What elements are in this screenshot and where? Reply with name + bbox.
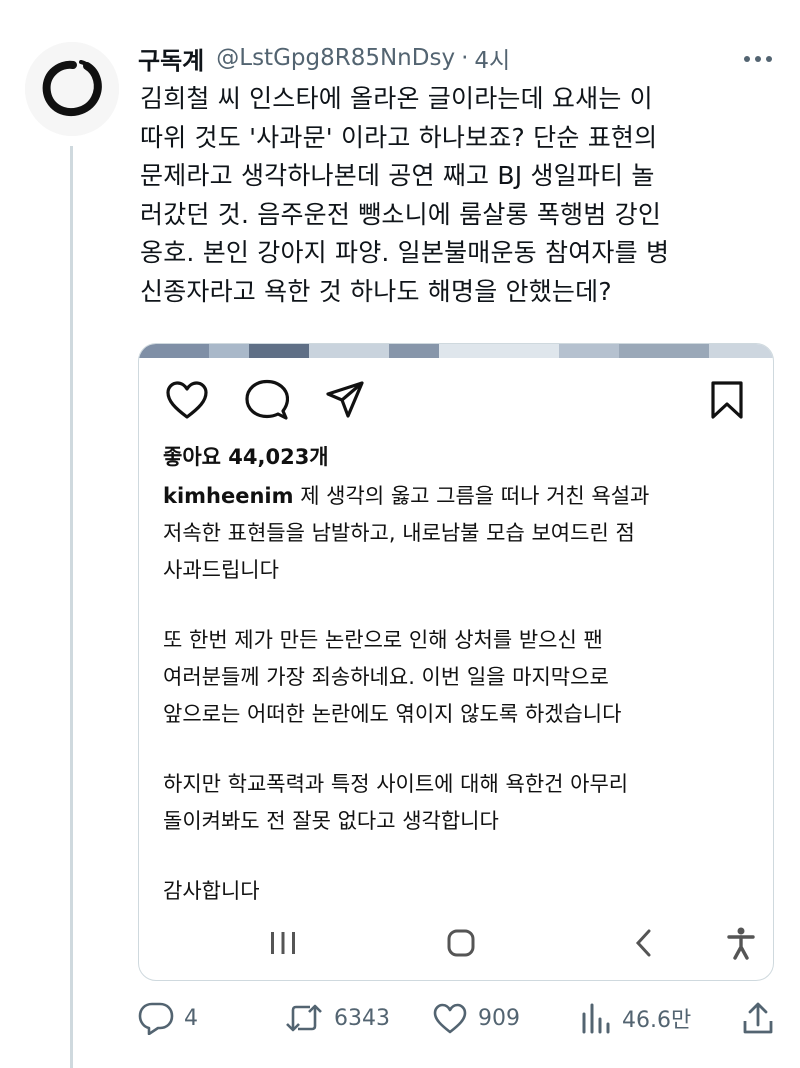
tweet-header: 구독계 @LstGpg8R85NnDsy · 4시 <box>138 40 510 76</box>
retweet-button[interactable]: 6343 <box>284 996 390 1040</box>
retweet-count: 6343 <box>334 1005 390 1031</box>
reply-icon <box>138 1002 174 1035</box>
avatar-ring-logo-icon <box>25 42 119 136</box>
display-name[interactable]: 구독계 <box>138 41 204 76</box>
user-handle[interactable]: @LstGpg8R85NnDsy <box>216 45 455 71</box>
caption-line: 감사합니다 <box>163 879 260 903</box>
heart-icon[interactable] <box>165 377 209 423</box>
tweet-text-line: 러갔던 것. 음주운전 뺑소니에 룸살롱 폭행범 강인 <box>140 199 662 229</box>
reply-button[interactable]: 4 <box>138 996 198 1040</box>
like-icon <box>433 1003 467 1034</box>
views-chart-icon <box>582 1003 610 1034</box>
caption-line: 제 생각의 옳고 그름을 떠나 거친 욕설과 <box>293 484 650 508</box>
back-chevron-icon[interactable] <box>625 918 661 968</box>
recents-icon[interactable] <box>263 918 303 968</box>
like-button[interactable]: 909 <box>432 996 520 1040</box>
retweet-icon <box>286 1004 322 1032</box>
upload-icon[interactable] <box>742 996 774 1040</box>
views-button[interactable]: 46.6만 <box>580 996 691 1040</box>
instagram-caption: kimheenim 제 생각의 옳고 그름을 떠나 거친 욕설과 저속한 표현들… <box>163 478 763 910</box>
tweet-text-line: 김희철 씨 인스타에 올라온 글이라는데 요새는 이 <box>140 84 653 113</box>
tweet-text: 김희철 씨 인스타에 올라온 글이라는데 요새는 이 따위 것도 '사과문' 이… <box>140 80 770 311</box>
caption-line: 사과드립니다 <box>163 558 279 582</box>
tweet-text-line: 신종자라고 욕한 것 하나도 해명을 안했는데? <box>140 276 612 306</box>
android-nav-bar <box>139 918 773 968</box>
tweet-text-line: 옹호. 본인 강아지 파양. 일본불매운동 참여자를 병 <box>140 238 670 267</box>
tweet-text-line: 문제라고 생각하나본데 공연 째고 BJ 생일파티 놀 <box>140 161 655 190</box>
caption-line: 앞으로는 어떠한 논란에도 엮이지 않도록 하겠습니다 <box>163 702 622 726</box>
attached-image[interactable]: 좋아요 44,023개 kimheenim 제 생각의 옳고 그름을 떠나 거친… <box>138 343 774 981</box>
accessibility-icon[interactable] <box>721 918 761 968</box>
caption-line: 여러분들께 가장 죄송하네요. 이번 일을 마지막으로 <box>163 665 609 689</box>
caption-line: 돌이켜봐도 전 잘못 없다고 생각합니다 <box>163 809 499 833</box>
tweet-time[interactable]: 4시 <box>474 41 510 75</box>
cropped-photo-strip <box>139 344 773 358</box>
reply-count: 4 <box>184 1005 198 1031</box>
separator: · <box>461 45 469 71</box>
tweet-action-bar: 4 6343 909 46.6만 <box>138 996 778 1040</box>
home-icon[interactable] <box>441 918 481 968</box>
caption-line: 또 한번 제가 만든 논란으로 인해 상처를 받으신 팬 <box>163 628 603 652</box>
comment-bubble-icon[interactable] <box>245 377 289 423</box>
like-count: 909 <box>478 1005 520 1031</box>
instagram-action-bar <box>139 377 773 423</box>
avatar[interactable] <box>25 42 119 136</box>
bookmark-icon[interactable] <box>709 377 745 423</box>
more-dots-icon[interactable] <box>740 44 776 74</box>
send-paper-plane-icon[interactable] <box>325 377 365 423</box>
instagram-username[interactable]: kimheenim <box>163 484 294 508</box>
caption-line: 저속한 표현들을 남발하고, 내로남불 모습 보여드린 점 <box>163 521 635 545</box>
views-count: 46.6만 <box>622 1008 692 1033</box>
likes-count[interactable]: 좋아요 44,023개 <box>163 441 329 471</box>
caption-line: 하지만 학교폭력과 특정 사이트에 대해 욕한건 아무리 <box>163 772 629 796</box>
tweet-text-line: 따위 것도 '사과문' 이라고 하나보죠? 단순 표현의 <box>140 122 658 152</box>
thread-line <box>70 146 73 1068</box>
